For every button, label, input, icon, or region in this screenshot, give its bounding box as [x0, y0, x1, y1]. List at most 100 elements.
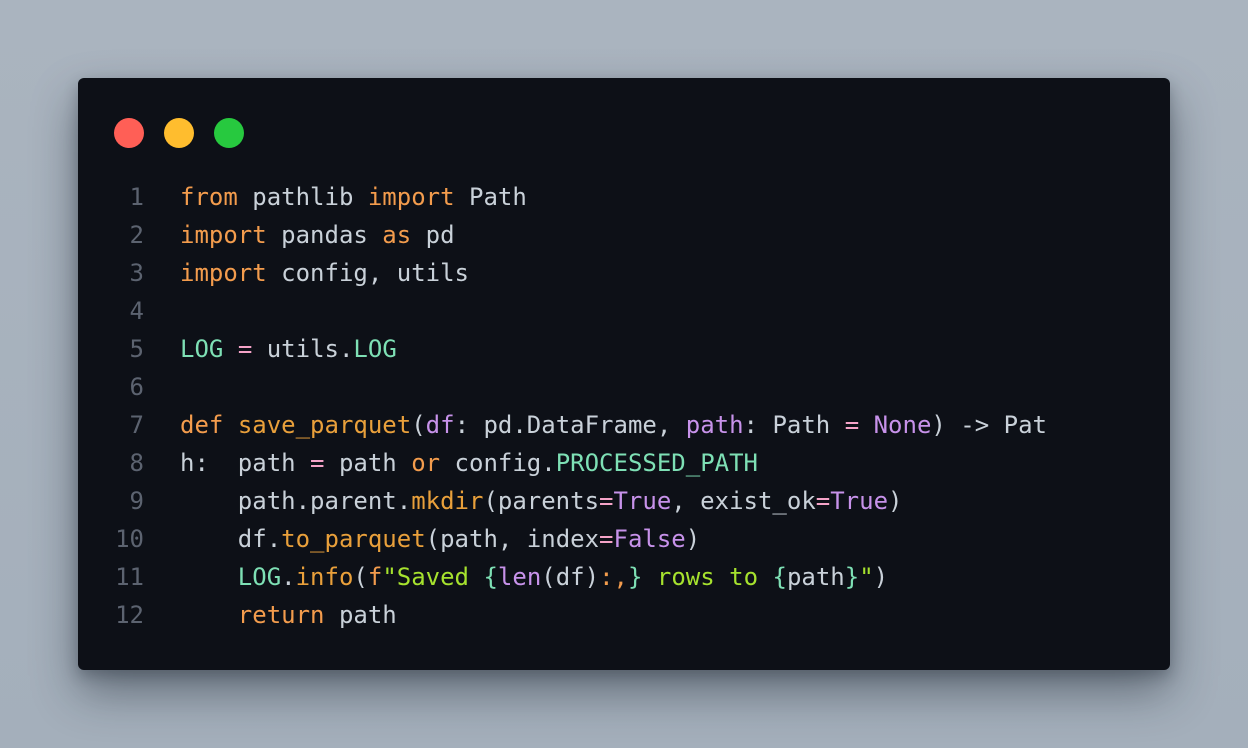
code-token: ) -> Pat: [931, 411, 1047, 439]
code-token: (parents: [483, 487, 600, 515]
code-token: =: [599, 487, 614, 515]
code-token: as: [382, 221, 412, 249]
line-number: 7: [129, 411, 144, 439]
line-number: 1: [129, 183, 144, 211]
code-token: }: [844, 563, 860, 591]
code-token: :,: [599, 563, 628, 591]
line-number: 6: [129, 373, 144, 401]
code-line: 7 def save_parquet(df: pd.DataFrame, path…: [78, 406, 1170, 444]
code-token: True: [613, 487, 672, 515]
code-token: or: [411, 449, 441, 477]
code-token: LOG: [180, 335, 224, 363]
code-token: (: [353, 563, 368, 591]
code-token: path: [324, 449, 412, 477]
code-token: {: [483, 563, 498, 591]
line-number: 5: [129, 335, 144, 363]
code-token: utils.: [252, 335, 354, 363]
code-token: , exist_ok: [671, 487, 816, 515]
code-text: LOG = utils.LOG: [180, 330, 397, 368]
code-token: =: [237, 335, 253, 363]
line-number: 12: [115, 601, 144, 629]
code-token: import: [180, 221, 267, 249]
code-token: : pd.DataFrame,: [454, 411, 686, 439]
line-number: 11: [115, 563, 144, 591]
code-line: 5 LOG = utils.LOG: [78, 330, 1170, 368]
code-token: df.: [180, 525, 282, 553]
code-token: pandas: [266, 221, 383, 249]
code-token: config, utils: [266, 259, 469, 287]
code-token: =: [815, 487, 831, 515]
code-text: df.to_parquet(path, index=False): [180, 520, 700, 558]
code-text: import pandas as pd: [180, 216, 455, 254]
code-line: 9 path.parent.mkdir(parents=True, exist_…: [78, 482, 1170, 520]
code-token: path: [685, 411, 744, 439]
code-line: 11 LOG.info(f"Saved {len(df):,} rows to …: [78, 558, 1170, 596]
minimize-dot-icon[interactable]: [164, 118, 194, 148]
code-token: info: [295, 563, 354, 591]
code-text: def save_parquet(df: pd.DataFrame, path:…: [180, 406, 1047, 444]
line-number: 3: [129, 259, 144, 287]
code-token: .: [281, 563, 296, 591]
code-token: Path: [454, 183, 527, 211]
code-token: {: [772, 563, 787, 591]
line-number: 2: [129, 221, 144, 249]
code-line: 12 return path: [78, 596, 1170, 634]
code-token: path: [786, 563, 845, 591]
code-text: import config, utils: [180, 254, 469, 292]
code-line: 3 import config, utils: [78, 254, 1170, 292]
close-dot-icon[interactable]: [114, 118, 144, 148]
code-token: =: [310, 449, 325, 477]
code-token: mkdir: [411, 487, 484, 515]
code-token: import: [180, 259, 267, 287]
line-number: 10: [115, 525, 144, 553]
code-text: path.parent.mkdir(parents=True, exist_ok…: [180, 482, 903, 520]
code-token: save_parquet: [237, 411, 412, 439]
code-token: ): [873, 563, 889, 591]
line-number: 9: [129, 487, 144, 515]
code-token: (: [411, 411, 426, 439]
maximize-dot-icon[interactable]: [214, 118, 244, 148]
code-token: "Saved: [382, 563, 484, 591]
code-token: (df): [541, 563, 600, 591]
code-token: rows to: [642, 563, 773, 591]
code-text: LOG.info(f"Saved {len(df):,} rows to {pa…: [180, 558, 888, 596]
code-token: return: [237, 601, 325, 629]
code-text: h: path = path or config.PROCESSED_PATH: [180, 444, 758, 482]
code-token: =: [844, 411, 860, 439]
code-text: return path: [180, 596, 397, 634]
code-token: LOG: [353, 335, 397, 363]
code-token: path: [324, 601, 397, 629]
code-token: config.: [440, 449, 556, 477]
code-token: }: [627, 563, 643, 591]
code-token: h: path: [180, 449, 311, 477]
code-token: pathlib: [237, 183, 368, 211]
code-token: pd: [411, 221, 455, 249]
code-token: len: [497, 563, 542, 591]
code-token: : Path: [743, 411, 845, 439]
code-token: ": [859, 563, 874, 591]
code-block[interactable]: 1 from pathlib import Path 2 import pandas …: [78, 178, 1170, 634]
code-token: PROCESSED_PATH: [555, 449, 758, 477]
code-line: 1 from pathlib import Path: [78, 178, 1170, 216]
code-line: 10 df.to_parquet(path, index=False): [78, 520, 1170, 558]
code-token: True: [830, 487, 889, 515]
code-token: ): [888, 487, 903, 515]
code-token: def: [180, 411, 224, 439]
code-line: 6: [78, 368, 1170, 406]
code-line: 8 h: path = path or config.PROCESSED_PATH: [78, 444, 1170, 482]
line-number: 8: [129, 449, 144, 477]
code-token: from: [180, 183, 238, 211]
code-token: False: [613, 525, 686, 553]
code-token: path.parent.: [180, 487, 412, 515]
code-token: =: [599, 525, 614, 553]
code-token: (path, index: [425, 525, 600, 553]
code-window: 1 from pathlib import Path 2 import pandas …: [78, 78, 1170, 670]
code-token: LOG: [237, 563, 282, 591]
code-token: df: [425, 411, 455, 439]
code-line: 4: [78, 292, 1170, 330]
